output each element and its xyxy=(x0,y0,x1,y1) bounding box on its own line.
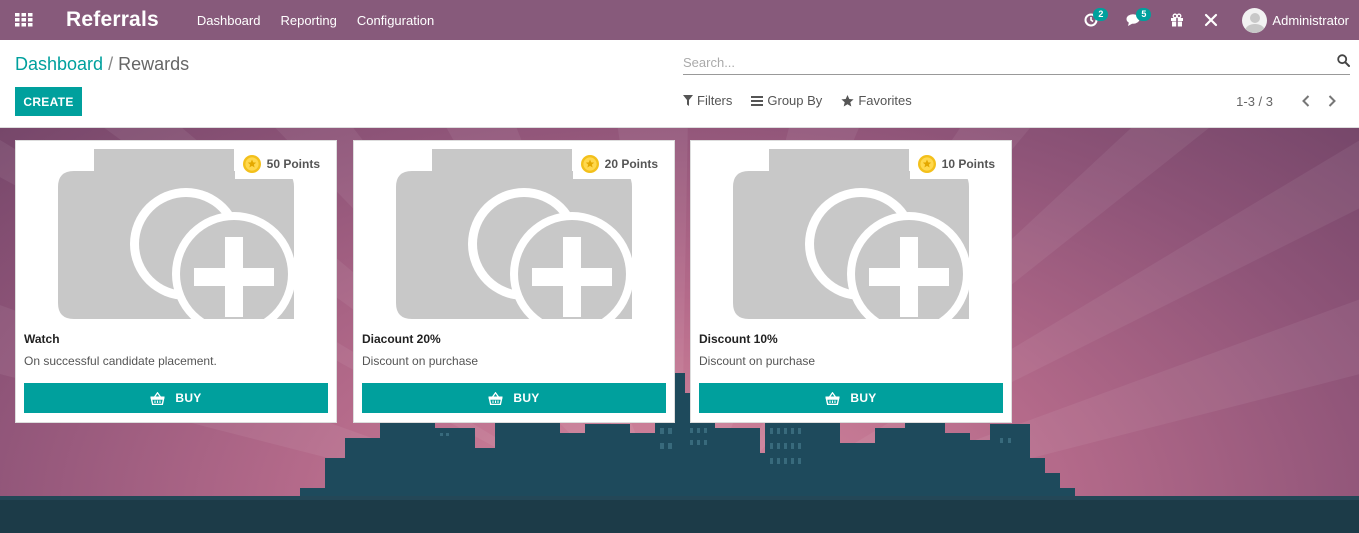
buy-button[interactable]: BUY xyxy=(24,383,328,413)
reward-card[interactable]: 50 Points Watch On successful candidate … xyxy=(15,140,337,423)
app-title: Referrals xyxy=(66,8,159,31)
buy-label: BUY xyxy=(850,391,877,405)
debug-tools-button[interactable] xyxy=(1199,0,1223,40)
filters-button[interactable]: Filters xyxy=(683,93,732,108)
gift-icon xyxy=(1171,13,1184,27)
menu-configuration[interactable]: Configuration xyxy=(357,13,434,28)
activity-button[interactable]: 2 xyxy=(1079,0,1109,40)
star-icon xyxy=(841,94,854,106)
group-by-label: Group By xyxy=(767,93,823,108)
pager-next-button[interactable] xyxy=(1325,92,1339,110)
grid-icon xyxy=(15,13,33,27)
reward-points-badge: 50 Points xyxy=(234,149,328,179)
breadcrumb-current: Rewards xyxy=(118,54,190,74)
reward-image-placeholder: 20 Points xyxy=(362,149,666,319)
star-coin-icon xyxy=(242,155,261,173)
reward-card[interactable]: 20 Points Diacount 20% Discount on purch… xyxy=(353,140,675,423)
apps-menu-button[interactable] xyxy=(0,0,48,40)
messages-count-badge: 5 xyxy=(1136,8,1152,21)
group-by-button[interactable]: Group By xyxy=(751,93,822,108)
reward-points: 50 Points xyxy=(266,157,320,171)
pager-value[interactable]: 1-3 / 3 xyxy=(1236,94,1273,109)
search-input[interactable] xyxy=(683,52,1323,72)
user-menu[interactable]: Administrator xyxy=(1242,7,1349,33)
messages-button[interactable]: 5 xyxy=(1122,0,1152,40)
reward-image-placeholder: 50 Points xyxy=(24,149,328,319)
gift-button[interactable] xyxy=(1165,0,1189,40)
favorites-button[interactable]: Favorites xyxy=(841,93,912,108)
breadcrumb-separator: / xyxy=(108,54,114,74)
create-button[interactable]: CREATE xyxy=(15,87,82,116)
kanban-view: 50 Points Watch On successful candidate … xyxy=(0,128,1359,533)
search-options: Filters Group By Favorites xyxy=(683,93,931,108)
pager: 1-3 / 3 xyxy=(1236,92,1339,110)
buy-label: BUY xyxy=(513,391,540,405)
basket-icon xyxy=(825,391,840,405)
reward-image-placeholder: 10 Points xyxy=(699,149,1003,319)
menu-reporting[interactable]: Reporting xyxy=(280,13,336,28)
reward-name: Watch xyxy=(24,332,60,346)
menu-dashboard[interactable]: Dashboard xyxy=(197,13,261,28)
basket-icon xyxy=(488,391,503,405)
search-bar xyxy=(683,52,1350,75)
tools-icon xyxy=(1205,13,1218,27)
user-name: Administrator xyxy=(1272,12,1349,28)
search-icon[interactable] xyxy=(1337,54,1350,67)
buy-button[interactable]: BUY xyxy=(699,383,1003,413)
reward-description: Discount on purchase xyxy=(362,354,479,368)
breadcrumb: Dashboard / Rewards xyxy=(15,54,189,75)
reward-points-badge: 10 Points xyxy=(909,149,1003,179)
reward-description: Discount on purchase xyxy=(699,354,816,368)
avatar xyxy=(1242,7,1268,33)
funnel-icon xyxy=(683,95,693,106)
buy-button[interactable]: BUY xyxy=(362,383,666,413)
reward-card[interactable]: 10 Points Discount 10% Discount on purch… xyxy=(690,140,1012,423)
basket-icon xyxy=(150,391,165,405)
star-coin-icon xyxy=(917,155,936,173)
reward-description: On successful candidate placement. xyxy=(24,354,217,368)
chevron-right-icon xyxy=(1328,95,1336,107)
reward-name: Discount 10% xyxy=(699,332,778,346)
reward-points-badge: 20 Points xyxy=(572,149,666,179)
reward-name: Diacount 20% xyxy=(362,332,441,346)
breadcrumb-dashboard-link[interactable]: Dashboard xyxy=(15,54,103,74)
top-navbar: Referrals Dashboard Reporting Configurat… xyxy=(0,0,1359,40)
chevron-left-icon xyxy=(1302,95,1310,107)
star-coin-icon xyxy=(580,155,599,173)
bars-icon xyxy=(751,95,764,106)
favorites-label: Favorites xyxy=(858,93,912,108)
control-panel: Dashboard/Rewards CREATE Filters Group B… xyxy=(0,40,1359,128)
activity-count-badge: 2 xyxy=(1093,8,1109,21)
pager-previous-button[interactable] xyxy=(1299,92,1313,110)
reward-points: 20 Points xyxy=(604,157,658,171)
systray: 2 5 Administrator xyxy=(1074,0,1349,40)
buy-label: BUY xyxy=(175,391,202,405)
filters-label: Filters xyxy=(697,93,733,108)
reward-points: 10 Points xyxy=(941,157,995,171)
